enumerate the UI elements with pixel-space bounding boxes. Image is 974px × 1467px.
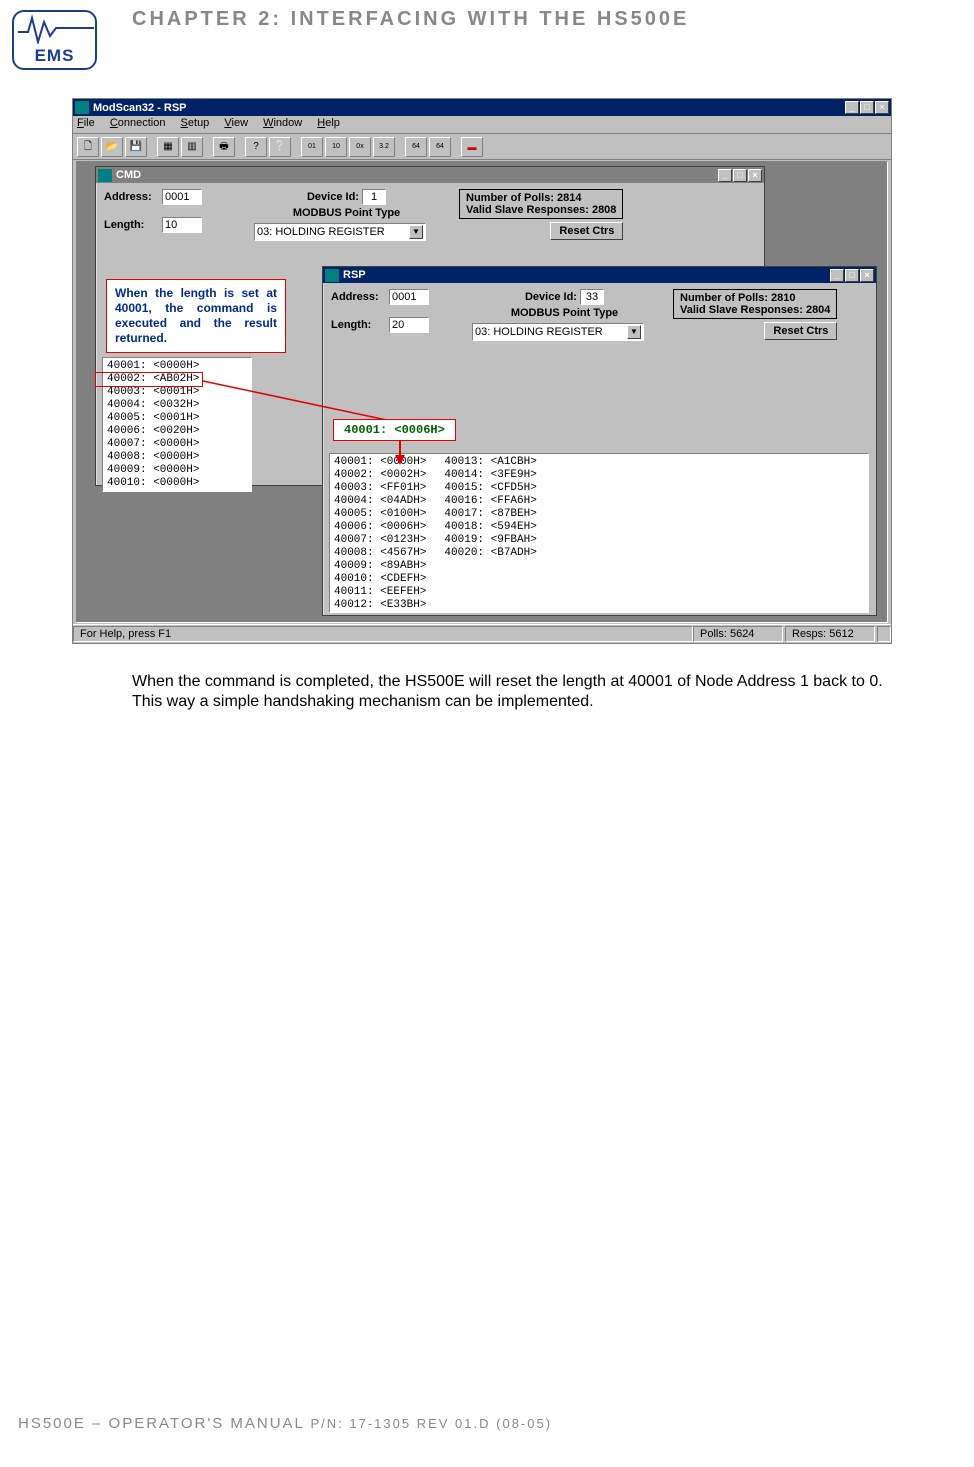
tb-chart[interactable]: ▬	[461, 137, 483, 157]
menu-window[interactable]: Window	[263, 117, 302, 129]
tb-float[interactable]: 3.2	[373, 137, 395, 157]
menu-help[interactable]: Help	[317, 117, 340, 129]
menu-file[interactable]: File	[77, 117, 95, 129]
rsp-point-type-label: MODBUS Point Type	[472, 307, 657, 319]
cmd-address-input[interactable]: 0001	[162, 189, 202, 205]
body-paragraph: When the command is completed, the HS500…	[132, 672, 894, 712]
rsp-device-input[interactable]: 33	[580, 289, 604, 305]
modscan-window: ModScan32 - RSP _ □ × File Connection Se…	[72, 98, 892, 644]
close-button[interactable]: ×	[875, 101, 889, 114]
cmd-length-input[interactable]: 10	[162, 217, 202, 233]
ems-logo: EMS	[12, 10, 97, 70]
tb-bin[interactable]: 01	[301, 137, 323, 157]
resize-grip[interactable]	[877, 626, 891, 642]
status-bar: For Help, press F1 Polls: 5624 Resps: 56…	[73, 624, 891, 643]
tb-hex[interactable]: 0x	[349, 137, 371, 157]
rsp-min[interactable]: _	[830, 269, 844, 282]
cmd-icon	[98, 169, 112, 182]
app-icon	[75, 101, 89, 114]
tb-toggle1[interactable]: ▦	[157, 137, 179, 157]
rsp-address-input[interactable]: 0001	[389, 289, 429, 305]
rsp-register-list: 40001: <0000H> 40002: <0002H> 40003: <FF…	[329, 453, 869, 613]
cmd-titlebar[interactable]: CMD _ □ ×	[96, 167, 764, 183]
footer-sub: P/N: 17-1305 REV 01.D (08-05)	[311, 1416, 553, 1431]
dropdown-arrow-icon: ▼	[627, 325, 641, 339]
tb-new[interactable]: 🗋	[77, 137, 99, 157]
rsp-point-type-select[interactable]: 03: HOLDING REGISTER ▼	[472, 323, 644, 341]
rsp-close[interactable]: ×	[860, 269, 874, 282]
tb-open[interactable]: 📂	[101, 137, 123, 157]
menu-view[interactable]: View	[224, 117, 248, 129]
page-header: EMS CHAPTER 2: INTERFACING WITH THE HS50…	[0, 10, 974, 70]
tb-swap2[interactable]: 64	[429, 137, 451, 157]
logo-text: EMS	[14, 46, 95, 66]
dropdown-arrow-icon: ▼	[409, 225, 423, 239]
tb-save[interactable]: 💾	[125, 137, 147, 157]
rsp-address-label: Address:	[331, 291, 389, 303]
main-title: ModScan32 - RSP	[93, 102, 845, 114]
status-resps: Resps: 5612	[785, 626, 875, 642]
tb-swap1[interactable]: 64	[405, 137, 427, 157]
rsp-length-label: Length:	[331, 319, 389, 331]
chapter-title: CHAPTER 2: INTERFACING WITH THE HS500E	[132, 8, 689, 31]
main-titlebar: ModScan32 - RSP _ □ ×	[73, 99, 891, 116]
cmd-min[interactable]: _	[718, 169, 732, 182]
highlight-register-40001	[95, 372, 203, 387]
cmd-device-label: Device Id:	[307, 191, 359, 203]
callout-0006h: 40001: <0006H>	[333, 419, 456, 441]
rsp-max[interactable]: □	[845, 269, 859, 282]
menu-connection[interactable]: Connection	[110, 117, 166, 129]
menu-bar: File Connection Setup View Window Help	[73, 116, 891, 134]
cmd-point-type-select[interactable]: 03: HOLDING REGISTER ▼	[254, 223, 426, 241]
menu-setup[interactable]: Setup	[181, 117, 210, 129]
tb-help[interactable]: ?	[245, 137, 267, 157]
cmd-valid: Valid Slave Responses: 2808	[466, 204, 616, 216]
rsp-reset-button[interactable]: Reset Ctrs	[764, 322, 837, 340]
cmd-stats-box: Number of Polls: 2814 Valid Slave Respon…	[459, 189, 623, 219]
minimize-button[interactable]: _	[845, 101, 859, 114]
tb-dec[interactable]: 10	[325, 137, 347, 157]
rsp-titlebar[interactable]: RSP _ □ ×	[323, 267, 876, 283]
status-polls: Polls: 5624	[693, 626, 783, 642]
maximize-button[interactable]: □	[860, 101, 874, 114]
rsp-length-input[interactable]: 20	[389, 317, 429, 333]
rsp-valid: Valid Slave Responses: 2804	[680, 304, 830, 316]
cmd-close[interactable]: ×	[748, 169, 762, 182]
mdi-area: CMD _ □ × Address: 0001	[76, 161, 888, 623]
cmd-max[interactable]: □	[733, 169, 747, 182]
cmd-reset-button[interactable]: Reset Ctrs	[550, 222, 623, 240]
status-help: For Help, press F1	[73, 626, 693, 642]
cmd-device-input[interactable]: 1	[362, 189, 386, 205]
tb-about[interactable]: ❔	[269, 137, 291, 157]
tb-print[interactable]: 🖶	[213, 137, 235, 157]
cmd-point-type-label: MODBUS Point Type	[254, 207, 439, 219]
footer-main: HS500E – OPERATOR'S MANUAL	[18, 1415, 311, 1432]
cmd-length-label: Length:	[104, 219, 162, 231]
cmd-title: CMD	[116, 169, 718, 181]
rsp-device-label: Device Id:	[525, 291, 577, 303]
rsp-stats-box: Number of Polls: 2810 Valid Slave Respon…	[673, 289, 837, 319]
tb-toggle2[interactable]: ▥	[181, 137, 203, 157]
rsp-title: RSP	[343, 269, 830, 281]
rsp-polls: Number of Polls: 2810	[680, 292, 830, 304]
toolbar: 🗋 📂 💾 ▦ ▥ 🖶 ? ❔ 01 10 0x 3.2 64 64 ▬	[73, 134, 891, 160]
cmd-address-label: Address:	[104, 191, 162, 203]
cmd-polls: Number of Polls: 2814	[466, 192, 616, 204]
page-footer: HS500E – OPERATOR'S MANUAL P/N: 17-1305 …	[18, 1415, 552, 1432]
rsp-icon	[325, 269, 339, 282]
annotation-note: When the length is set at 40001, the com…	[106, 279, 286, 353]
